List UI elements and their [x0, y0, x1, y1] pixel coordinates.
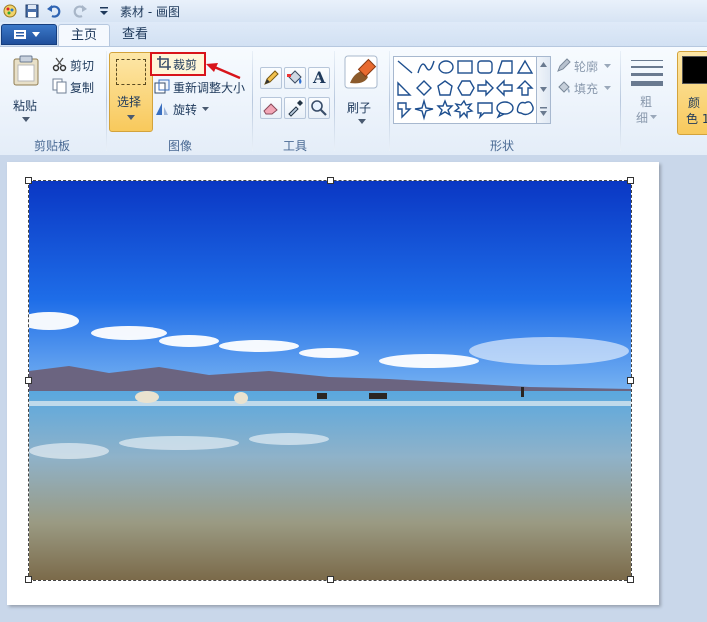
- title-bar: 素材 - 画图: [0, 0, 707, 23]
- window-title: 素材 - 画图: [120, 5, 180, 19]
- clipboard-group-label: 剪贴板: [33, 139, 70, 153]
- paint-bucket-icon: [287, 70, 302, 84]
- resize-handle[interactable]: [25, 576, 32, 583]
- scissors-icon: [52, 57, 67, 72]
- resize-handle[interactable]: [627, 177, 634, 184]
- resize-handle[interactable]: [327, 177, 334, 184]
- color1-label-line2: 色 1: [686, 112, 707, 126]
- shapes-gallery-icons: [397, 59, 534, 121]
- resize-label: 重新调整大小: [173, 81, 246, 95]
- magnifier-tool[interactable]: [308, 97, 330, 119]
- rotate-icon: [156, 103, 168, 115]
- crop-label: 裁剪: [173, 58, 198, 72]
- eraser-icon: [263, 103, 278, 115]
- landscape-photo: [29, 181, 631, 580]
- outline-label: 轮廓: [574, 60, 599, 74]
- pencil-tool[interactable]: [260, 67, 282, 89]
- paint-app-icon: [3, 4, 17, 18]
- color1-swatch: [682, 56, 707, 84]
- crop-button[interactable]: 裁剪: [150, 52, 206, 76]
- eyedropper-icon: [288, 100, 303, 117]
- selection-rect-icon: [116, 59, 146, 85]
- group-separator: [334, 51, 335, 151]
- ribbon-tab-row: 主页 查看: [0, 22, 707, 47]
- shapes-gallery-scrollbar[interactable]: [536, 56, 551, 124]
- paste-button[interactable]: 粘贴: [6, 53, 46, 131]
- resize-button[interactable]: 重新调整大小: [154, 78, 249, 96]
- line-size-icon: [631, 60, 663, 86]
- size-label-line2: 细: [636, 111, 649, 125]
- pencil-icon: [264, 70, 279, 85]
- menu-icon: [14, 30, 40, 39]
- brush-icon: [344, 55, 378, 89]
- chevron-down-icon: [650, 115, 657, 119]
- ribbon-home: 粘贴 剪切 复制 剪贴板 图像 A 工具 刷子 轮廓 填充 形状 粗 细 颜 色…: [0, 46, 707, 156]
- cut-label: 剪切: [70, 59, 95, 73]
- select-button[interactable]: 选择: [109, 52, 153, 132]
- image-group-label: 图像: [167, 139, 192, 153]
- crop-icon: [157, 56, 171, 70]
- select-label: 选择: [117, 95, 142, 109]
- group-separator: [620, 51, 621, 151]
- chevron-down-icon: [202, 107, 209, 111]
- copy-icon: [52, 78, 67, 94]
- chevron-down-icon: [358, 119, 366, 124]
- save-icon[interactable]: [24, 3, 40, 19]
- resize-handle[interactable]: [627, 576, 634, 583]
- group-separator: [389, 51, 390, 151]
- cut-button[interactable]: 剪切: [52, 55, 102, 73]
- size-label-line1: 粗: [640, 95, 653, 109]
- fill-tool[interactable]: [284, 67, 306, 89]
- text-tool[interactable]: A: [308, 67, 330, 89]
- fill-bucket-icon: [558, 81, 570, 93]
- text-tool-glyph: A: [313, 68, 326, 87]
- tab-home[interactable]: 主页: [58, 24, 110, 47]
- copy-button[interactable]: 复制: [52, 77, 102, 95]
- color1-button[interactable]: 颜 色 1: [677, 51, 707, 135]
- undo-icon[interactable]: [46, 3, 62, 19]
- resize-handle[interactable]: [327, 576, 334, 583]
- tab-view[interactable]: 查看: [112, 24, 158, 46]
- paste-label: 粘贴: [13, 99, 38, 113]
- tools-group-label: 工具: [282, 139, 307, 153]
- magnifier-icon: [311, 100, 327, 116]
- resize-icon: [154, 79, 170, 94]
- brushes-button[interactable]: 刷子: [340, 53, 384, 133]
- rotate-label: 旋转: [173, 103, 198, 117]
- clipboard-icon: [13, 55, 39, 86]
- color-picker-tool[interactable]: [284, 97, 306, 119]
- outline-pen-icon: [557, 58, 571, 72]
- chevron-down-icon: [604, 86, 611, 90]
- chevron-down-icon: [604, 64, 611, 68]
- outline-button[interactable]: 轮廓: [556, 57, 616, 75]
- group-separator: [252, 51, 253, 151]
- color1-label-line1: 颜: [688, 96, 701, 110]
- fill-label: 填充: [574, 82, 599, 96]
- redo-icon[interactable]: [72, 3, 88, 19]
- chevron-down-icon: [127, 115, 135, 120]
- customize-qat-icon[interactable]: [96, 3, 112, 19]
- size-button[interactable]: 粗 细: [626, 53, 668, 133]
- copy-label: 复制: [70, 81, 95, 95]
- photo-image[interactable]: [28, 180, 632, 581]
- fill-button[interactable]: 填充: [556, 79, 616, 97]
- resize-handle[interactable]: [25, 377, 32, 384]
- resize-handle[interactable]: [627, 377, 634, 384]
- chevron-down-icon: [22, 117, 30, 122]
- group-separator: [106, 51, 107, 151]
- brushes-label: 刷子: [347, 101, 372, 115]
- eraser-tool[interactable]: [260, 97, 282, 119]
- shapes-gallery[interactable]: [393, 56, 538, 124]
- rotate-button[interactable]: 旋转: [154, 100, 214, 118]
- shapes-group-label: 形状: [489, 139, 514, 153]
- gallery-scroll-arrows-icon: [540, 62, 547, 116]
- resize-handle[interactable]: [25, 177, 32, 184]
- paint-menu-button[interactable]: [1, 24, 57, 45]
